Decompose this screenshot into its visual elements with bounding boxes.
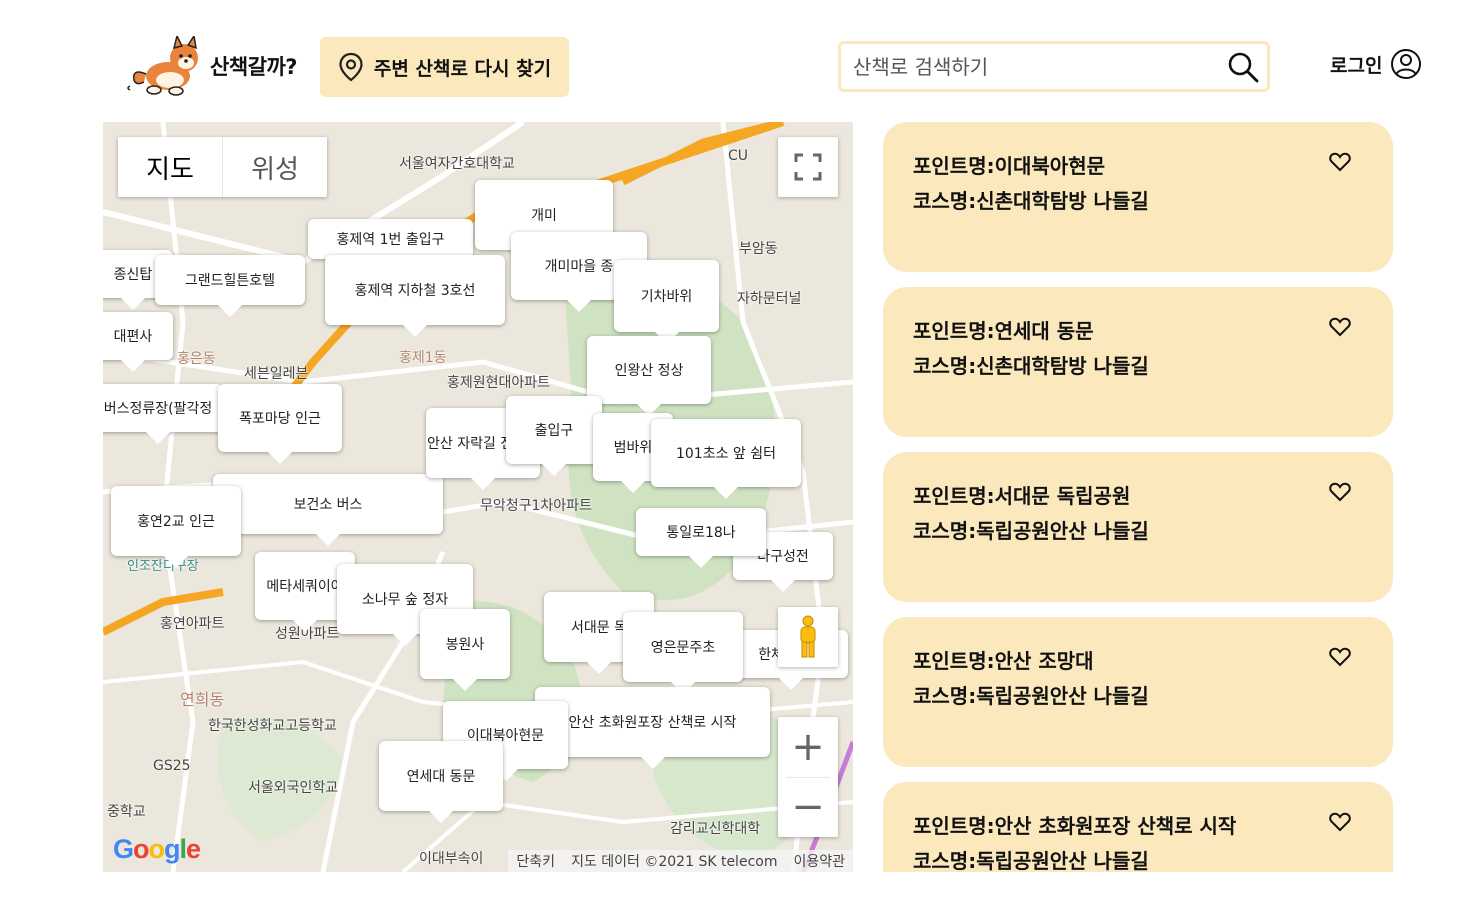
course-card[interactable]: 포인트명:연세대 동문 코스명:신촌대학탐방 나들길 xyxy=(883,287,1393,437)
street-view-button[interactable] xyxy=(778,607,838,667)
search-icon xyxy=(1228,52,1259,82)
course-name: 코스명:신촌대학탐방 나들길 xyxy=(913,189,1149,213)
map-place-label: 세븐일레븐 xyxy=(244,366,309,382)
map-place-label: 중학교 xyxy=(107,804,146,820)
point-name: 포인트명:이대북아현문 xyxy=(913,154,1105,178)
map-marker[interactable]: 기차바위 xyxy=(614,260,719,344)
search-bar xyxy=(838,41,1270,92)
location-pin-icon xyxy=(339,52,363,82)
map-place-label: 한국한성화교고등학교 xyxy=(208,718,337,734)
map-place-label: 홍제원현대아파트 xyxy=(447,375,551,391)
map-place-label: 무악청구1차아파트 xyxy=(480,498,592,514)
map-place-label: 이대부속이 xyxy=(419,851,484,867)
heart-icon[interactable] xyxy=(1329,152,1351,172)
map[interactable]: 서울여자간호대학교 CU 부암동 자하문터널 홍은동 세븐일레븐 홍제1동 홍제… xyxy=(103,122,853,872)
zoom-in-button[interactable]: + xyxy=(778,717,838,777)
course-name: 코스명:독립공원안산 나들길 xyxy=(913,519,1149,543)
map-marker[interactable]: 101초소 앞 쉼터 xyxy=(651,419,801,499)
course-card[interactable]: 포인트명:서대문 독립공원 코스명:독립공원안산 나들길 xyxy=(883,452,1393,602)
map-attribution: 단축키 지도 데이터 ©2021 SK telecom 이용약관 xyxy=(508,850,853,872)
map-place-label: 홍연아파트 xyxy=(160,616,225,632)
fullscreen-button[interactable] xyxy=(778,137,838,197)
map-type-tab-map[interactable]: 지도 xyxy=(118,137,223,197)
zoom-divider xyxy=(786,777,830,778)
map-marker[interactable]: 홍제역 지하철 3호선 xyxy=(325,255,505,337)
map-marker[interactable]: 영은문주초 xyxy=(623,612,743,694)
point-name: 포인트명:서대문 독립공원 xyxy=(913,484,1131,508)
point-name: 포인트명:안산 초화원포장 산책로 시작 xyxy=(913,814,1237,838)
heart-icon[interactable] xyxy=(1329,482,1351,502)
map-place-label: 서울여자간호대학교 xyxy=(399,156,515,172)
map-place-label: 홍은동 xyxy=(177,351,216,367)
zoom-control: + − xyxy=(778,717,838,837)
map-type-control: 지도 위성 xyxy=(118,137,327,197)
map-marker[interactable]: 출입구 xyxy=(506,396,602,476)
zoom-out-button[interactable]: − xyxy=(778,777,838,837)
map-type-tab-satellite[interactable]: 위성 xyxy=(223,137,327,197)
map-place-label: CU xyxy=(728,148,749,164)
keyboard-shortcuts-link[interactable]: 단축키 xyxy=(508,851,563,871)
course-card[interactable]: 포인트명:안산 조망대 코스명:독립공원안산 나들길 xyxy=(883,617,1393,767)
course-card[interactable]: 포인트명:이대북아현문 코스명:신촌대학탐방 나들길 xyxy=(883,122,1393,272)
point-name: 포인트명:안산 조망대 xyxy=(913,649,1094,673)
map-place-label: 서울외국인학교 xyxy=(248,780,339,796)
search-button[interactable] xyxy=(1219,44,1267,89)
login-label: 로그인 xyxy=(1330,54,1383,77)
map-place-label: 감리교신학대학 xyxy=(670,821,761,837)
brand-name: 산책갈까? xyxy=(210,55,297,79)
map-marker[interactable]: 통일로18나 xyxy=(636,508,766,568)
course-name: 코스명:독립공원안산 나들길 xyxy=(913,684,1149,708)
map-place-label: 인조잔디구장 xyxy=(127,559,199,574)
fullscreen-icon xyxy=(794,153,822,181)
course-list[interactable]: 포인트명:이대북아현문 코스명:신촌대학탐방 나들길 포인트명:연세대 동문 코… xyxy=(883,122,1393,872)
map-marker[interactable]: 폭포마당 인근 xyxy=(218,384,342,464)
heart-icon[interactable] xyxy=(1329,812,1351,832)
nearby-search-label: 주변 산책로 다시 찾기 xyxy=(373,57,552,80)
nearby-search-button[interactable]: 주변 산책로 다시 찾기 xyxy=(320,37,569,97)
google-logo[interactable]: Google xyxy=(113,834,201,865)
map-marker[interactable]: 인왕산 정상 xyxy=(587,336,711,416)
map-marker[interactable]: 홍연2교 인근 xyxy=(111,486,241,568)
heart-icon[interactable] xyxy=(1329,647,1351,667)
terms-link[interactable]: 이용약관 xyxy=(785,851,853,871)
dog-logo-icon xyxy=(127,36,198,96)
user-icon xyxy=(1391,49,1422,79)
point-name: 포인트명:연세대 동문 xyxy=(913,319,1094,343)
map-marker[interactable]: 대편사 xyxy=(103,312,173,372)
map-place-label: 홍제1동 xyxy=(399,350,447,366)
map-marker[interactable]: 안산 초화원포장 산책로 시작 xyxy=(535,687,770,769)
map-marker[interactable]: 버스정류장(팔각정 xyxy=(103,384,223,444)
map-place-label: 자하문터널 xyxy=(737,291,802,307)
search-input[interactable] xyxy=(851,53,1219,80)
map-place-label: GS25 xyxy=(153,758,191,774)
map-place-label: 부암동 xyxy=(739,241,778,257)
course-name: 코스명:독립공원안산 나들길 xyxy=(913,849,1149,872)
heart-icon[interactable] xyxy=(1329,317,1351,337)
map-marker[interactable]: 그랜드힐튼호텔 xyxy=(155,255,305,317)
map-marker[interactable]: 보건소 버스 xyxy=(213,474,443,546)
login-button[interactable]: 로그인 xyxy=(1330,48,1422,80)
map-marker[interactable]: 봉원사 xyxy=(420,609,510,691)
logo[interactable]: 산책갈까? xyxy=(124,36,297,96)
course-name: 코스명:신촌대학탐방 나들길 xyxy=(913,354,1149,378)
map-marker[interactable]: 연세대 동문 xyxy=(379,741,503,823)
map-data-text: 지도 데이터 ©2021 SK telecom xyxy=(571,854,778,870)
map-marker[interactable]: 홍제역 1번 출입구 xyxy=(308,219,473,271)
course-card[interactable]: 포인트명:안산 초화원포장 산책로 시작 코스명:독립공원안산 나들길 xyxy=(883,782,1393,872)
pegman-icon xyxy=(800,615,816,658)
map-place-label: 연희동 xyxy=(180,690,225,709)
